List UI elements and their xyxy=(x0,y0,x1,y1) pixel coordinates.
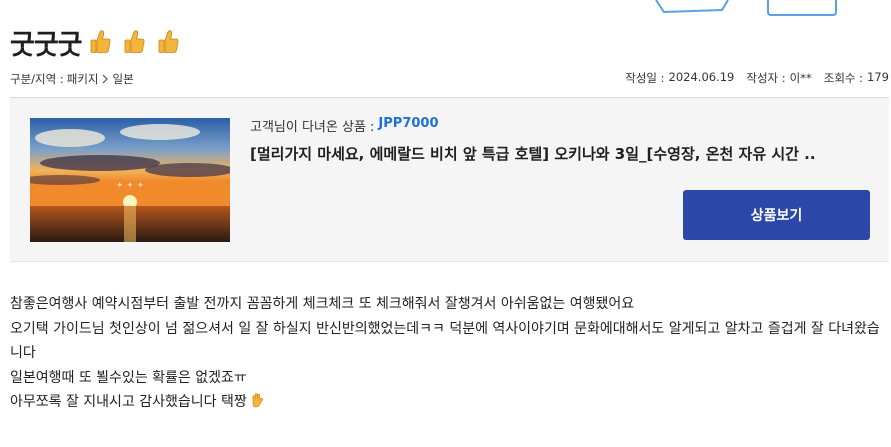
breadcrumb-package-link[interactable]: 패키지 xyxy=(67,71,99,87)
post-date-label: 작성일 : xyxy=(625,71,665,85)
breadcrumb-prefix: 구분/지역 : xyxy=(10,72,64,86)
review-line: 일본여행때 또 뵐수있는 확률은 없겠죠ㅠ xyxy=(10,369,247,386)
product-card: ✦ ✦ ✦ 고객님이 다녀온 상품 : JPP7000 [멀리가지 마세요, 에… xyxy=(10,98,889,262)
waving-hand-icon xyxy=(252,393,263,408)
post-date: 작성일 : 2024.06.19 xyxy=(625,70,734,88)
product-code-label: 고객님이 다녀온 상품 : xyxy=(250,120,375,135)
review-body: 참좋은여행사 예약시점부터 출발 전까지 꼼꼼하게 체크체크 또 체크해줘서 잘… xyxy=(10,292,885,415)
post-views-value: 179 xyxy=(867,70,889,84)
review-title-row: 굿굿굿 xyxy=(10,22,180,62)
review-title: 굿굿굿 xyxy=(10,29,83,61)
sunset-photo: ✦ ✦ ✦ xyxy=(30,118,230,242)
product-code[interactable]: JPP7000 xyxy=(378,116,438,135)
svg-text:✦ ✦ ✦: ✦ ✦ ✦ xyxy=(116,181,145,191)
product-name[interactable]: [멀리가지 마세요, 에메랄드 비치 앞 특급 호텔] 오키나와 3일_[수영장… xyxy=(250,143,850,164)
post-meta: 작성일 : 2024.06.19 작성자 : 이** 조회수 : 179 xyxy=(625,70,889,88)
chevron-right-icon xyxy=(103,74,109,84)
product-info: 고객님이 다녀온 상품 : JPP7000 [멀리가지 마세요, 에메랄드 비치… xyxy=(250,116,850,164)
review-line: 오기택 가이드님 첫인상이 넘 젊으셔서 일 잘 하실지 반신반의했었는데ㅋㅋ … xyxy=(10,320,880,362)
post-date-value: 2024.06.19 xyxy=(668,70,735,84)
post-author-label: 작성자 : xyxy=(746,71,786,85)
decorative-illustration xyxy=(655,0,837,16)
thumbs-up-icon xyxy=(158,30,179,53)
post-author-value: 이** xyxy=(789,71,812,85)
post-views-label: 조회수 : xyxy=(823,71,864,85)
thumbs-up-icon xyxy=(124,30,145,53)
breadcrumb-japan-link[interactable]: 일본 xyxy=(112,71,133,87)
thumbs-up-icon xyxy=(90,30,111,53)
review-line: 참좋은여행사 예약시점부터 출발 전까지 꼼꼼하게 체크체크 또 체크해줘서 잘… xyxy=(10,296,635,312)
review-line-last: 아무쪼록 잘 지내시고 감사했습니다 택짱 xyxy=(10,390,885,415)
breadcrumb: 구분/지역 : 패키지 일본 xyxy=(10,70,134,88)
product-code-line: 고객님이 다녀온 상품 : JPP7000 xyxy=(250,116,850,135)
review-line: 아무쪼록 잘 지내시고 감사했습니다 택짱 xyxy=(10,394,247,410)
thumbs-group xyxy=(88,29,180,55)
meta-row: 구분/지역 : 패키지 일본 작성일 : 2024.06.19 작성자 : 이*… xyxy=(10,70,889,88)
product-image[interactable]: ✦ ✦ ✦ xyxy=(30,118,230,242)
view-product-button[interactable]: 상품보기 xyxy=(683,190,870,240)
post-views: 조회수 : 179 xyxy=(824,70,889,88)
post-author: 작성자 : 이** xyxy=(746,70,811,88)
